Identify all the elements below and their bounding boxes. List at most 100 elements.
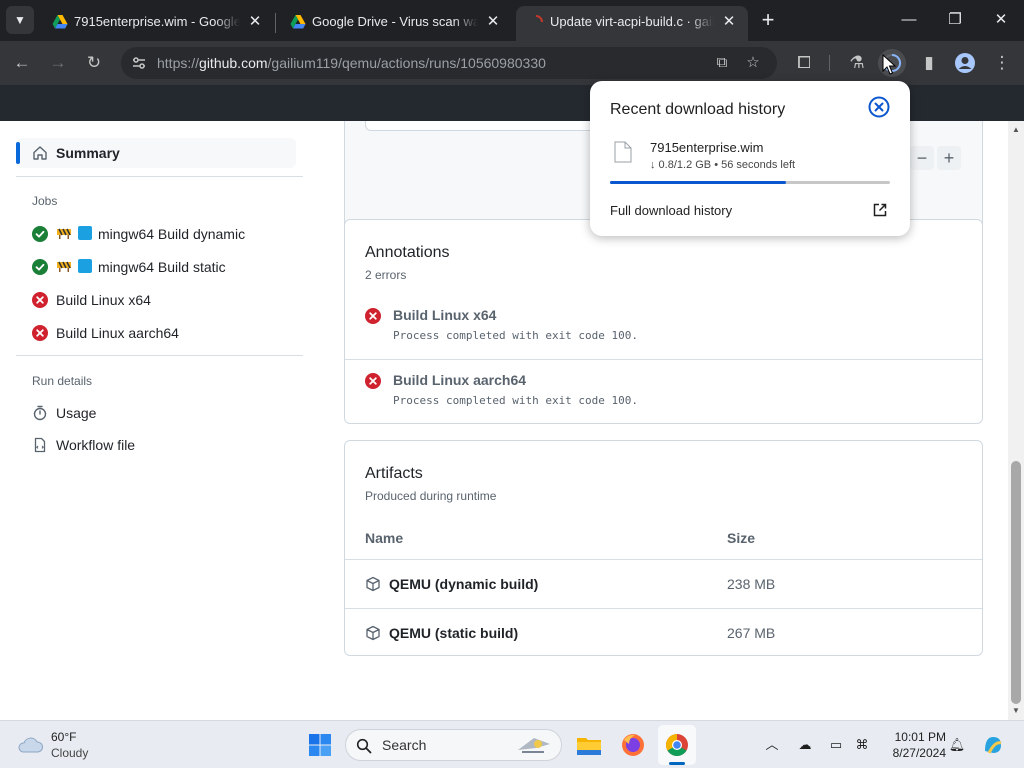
- check-circle-icon: [32, 226, 48, 242]
- annotations-subtitle: 2 errors: [365, 268, 407, 282]
- forward-button[interactable]: →: [44, 49, 72, 77]
- extensions-icon[interactable]: ⧠: [790, 49, 818, 77]
- bookmark-star-icon[interactable]: ☆: [742, 52, 764, 74]
- restore-button[interactable]: ❐: [932, 0, 978, 40]
- display-icon[interactable]: ▭: [826, 735, 846, 755]
- page-scrollbar[interactable]: ▲ ▼: [1008, 121, 1024, 720]
- notification-bell-icon[interactable]: 🔔︎: [947, 735, 967, 755]
- x-circle-icon: [32, 292, 48, 308]
- scroll-up-arrow[interactable]: ▲: [1008, 123, 1024, 137]
- artifacts-title: Artifacts: [365, 465, 423, 482]
- url-scheme: https://: [157, 55, 200, 71]
- chrome-icon: [666, 734, 688, 756]
- new-tab-button[interactable]: +: [754, 8, 782, 32]
- sidebar-item-summary[interactable]: Summary: [16, 138, 296, 168]
- labs-flask-icon[interactable]: ⚗: [843, 49, 871, 77]
- column-header-size: Size: [727, 530, 756, 546]
- active-app-indicator: [669, 762, 685, 765]
- open-external-icon[interactable]: [872, 202, 888, 218]
- install-app-icon[interactable]: ⧉: [711, 52, 733, 74]
- home-icon: [33, 146, 47, 160]
- column-header-name: Name: [365, 530, 404, 546]
- back-button[interactable]: ←: [8, 49, 36, 77]
- download-bubble-title: Recent download history: [610, 101, 786, 118]
- close-window-button[interactable]: ✕: [978, 0, 1024, 40]
- file-icon: [34, 437, 46, 453]
- copilot-pre-icon[interactable]: [981, 733, 1005, 757]
- close-icon[interactable]: ✕: [484, 13, 502, 31]
- network-icon[interactable]: ⌘: [852, 735, 872, 755]
- scroll-down-arrow[interactable]: ▼: [1008, 704, 1024, 718]
- taskbar-clock[interactable]: 10:01 PM 8/27/2024: [878, 729, 946, 761]
- annotations-title: Annotations: [365, 244, 450, 261]
- search-label: Search: [382, 737, 427, 753]
- blue-square-icon: [78, 226, 92, 240]
- sidebar-item-job-linux-aarch64[interactable]: Build Linux aarch64: [32, 321, 302, 345]
- blue-square-icon: [78, 259, 92, 273]
- scrollbar-thumb[interactable]: [1011, 461, 1021, 704]
- url-text: https://github.com/gailium119/qemu/actio…: [157, 47, 546, 79]
- close-icon[interactable]: [868, 96, 890, 118]
- cloud-icon[interactable]: [16, 734, 44, 756]
- profile-avatar[interactable]: [951, 49, 979, 77]
- sidebar-item-job-linux-x64[interactable]: Build Linux x64: [32, 288, 302, 312]
- minimize-button[interactable]: —: [886, 0, 932, 40]
- close-icon[interactable]: ✕: [720, 13, 738, 31]
- full-download-history-link[interactable]: Full download history: [610, 203, 732, 218]
- browser-tab-strip: ▼ 7915enterprise.wim - Google Drive ✕ Go…: [0, 0, 1024, 41]
- browser-toolbar: ← → ↻ https://github.com/gailium119/qemu…: [0, 41, 1024, 85]
- weather-condition[interactable]: Cloudy: [51, 746, 88, 760]
- windows-start-icon[interactable]: [308, 733, 332, 757]
- address-bar[interactable]: https://github.com/gailium119/qemu/actio…: [121, 47, 777, 79]
- firefox-icon[interactable]: [618, 730, 648, 760]
- sidebar-item-job-mingw64-static[interactable]: mingw64 Build static: [32, 255, 302, 279]
- taskbar-app-chrome-active[interactable]: [658, 725, 696, 765]
- mouse-cursor-icon: [882, 54, 896, 75]
- annotations-card: Annotations 2 errors Build Linux x64 Pro…: [344, 219, 983, 424]
- annotation-item[interactable]: Build Linux aarch64 Process completed wi…: [345, 363, 982, 427]
- artifacts-card: Artifacts Produced during runtime Name S…: [344, 440, 983, 656]
- zoom-out-button[interactable]: −: [910, 146, 934, 170]
- job-label: Build Linux x64: [56, 292, 151, 308]
- artifact-name-link[interactable]: QEMU (static build): [389, 609, 518, 657]
- stopwatch-icon: [33, 405, 47, 421]
- tab-github-actions[interactable]: Update virt-acpi-build.c · gailium119/qe…: [516, 6, 748, 41]
- tab-google-drive-file[interactable]: 7915enterprise.wim - Google Drive ✕: [40, 6, 274, 41]
- url-path: /gailium119/qemu/actions/runs/1056098033…: [267, 55, 546, 71]
- weather-temperature[interactable]: 60°F: [51, 730, 76, 744]
- sidebar-item-job-mingw64-dynamic[interactable]: mingw64 Build dynamic: [32, 222, 302, 246]
- onedrive-offline-icon[interactable]: ☁: [795, 735, 815, 755]
- zoom-in-button[interactable]: +: [937, 146, 961, 170]
- download-file-name[interactable]: 7915enterprise.wim: [650, 140, 763, 155]
- windows-taskbar: 60°F Cloudy Search ︿ ☁ ▭ ⌘ 10:01 PM 8/27…: [0, 720, 1024, 768]
- sidebar-item-usage[interactable]: Usage: [32, 401, 292, 425]
- package-icon: [366, 625, 380, 641]
- artifacts-subtitle: Produced during runtime: [365, 489, 497, 503]
- table-row[interactable]: QEMU (static build) 267 MB: [345, 609, 982, 657]
- clock-time: 10:01 PM: [894, 730, 946, 744]
- side-panel-icon[interactable]: ▮: [915, 49, 943, 77]
- reload-button[interactable]: ↻: [80, 49, 108, 77]
- chrome-menu-button[interactable]: ⋮: [988, 49, 1016, 77]
- artifact-name-link[interactable]: QEMU (dynamic build): [389, 560, 538, 608]
- taskbar-search-box[interactable]: Search: [345, 729, 562, 761]
- run-details-heading: Run details: [32, 374, 93, 388]
- tray-chevron-up-icon[interactable]: ︿: [762, 735, 782, 755]
- annotation-item[interactable]: Build Linux x64 Process completed with e…: [345, 298, 982, 362]
- search-highlight-illustration: [518, 738, 550, 753]
- file-explorer-icon[interactable]: [574, 730, 604, 760]
- sidebar-item-workflow-file[interactable]: Workflow file: [32, 433, 292, 457]
- sidebar-item-label: Summary: [56, 145, 120, 161]
- close-icon[interactable]: ✕: [246, 13, 264, 31]
- sidebar-item-label: Workflow file: [56, 437, 136, 453]
- tab-google-drive-warning[interactable]: Google Drive - Virus scan warning ✕: [278, 6, 512, 41]
- annotation-title: Build Linux aarch64: [393, 372, 527, 388]
- tab-title: Update virt-acpi-build.c · gailium119/qe…: [550, 14, 714, 29]
- tab-search-button[interactable]: ▼: [6, 6, 34, 34]
- site-info-icon[interactable]: [131, 55, 147, 71]
- table-row[interactable]: QEMU (dynamic build) 238 MB: [345, 560, 982, 608]
- x-circle-icon: [365, 308, 381, 324]
- annotation-title: Build Linux x64: [393, 307, 497, 323]
- google-drive-icon: [52, 15, 68, 29]
- download-status: ↓ 0.8/1.2 GB • 56 seconds left: [650, 159, 796, 171]
